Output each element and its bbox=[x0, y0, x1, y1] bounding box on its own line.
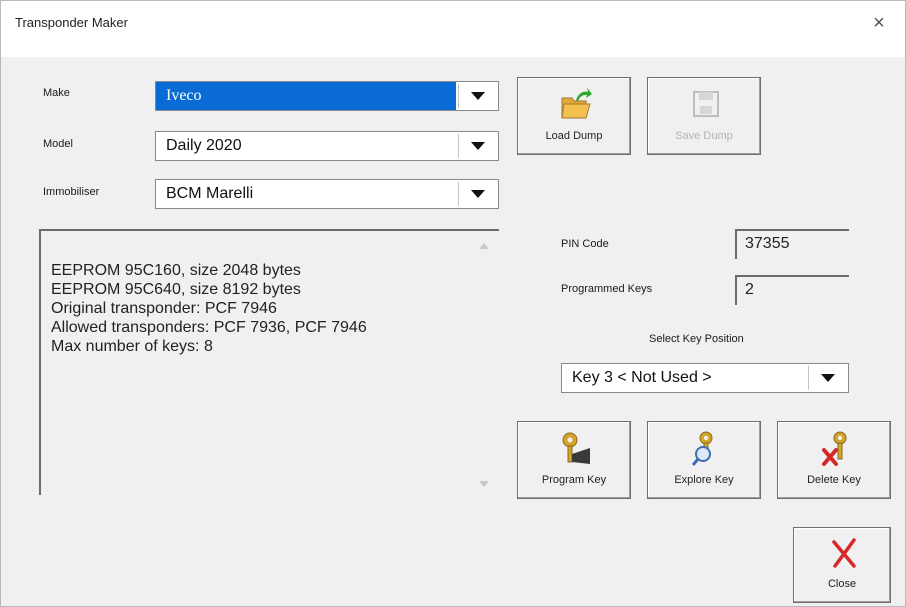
make-combobox[interactable]: Iveco bbox=[155, 81, 499, 111]
save-dump-label: Save Dump bbox=[675, 130, 733, 142]
delete-key-button[interactable]: Delete Key bbox=[777, 421, 891, 499]
key-position-combobox[interactable]: Key 3 < Not Used > bbox=[561, 363, 849, 393]
immobiliser-dropdown-arrow-icon[interactable] bbox=[458, 182, 496, 206]
close-x-icon bbox=[832, 538, 856, 568]
make-label: Make bbox=[43, 87, 70, 99]
transponder-maker-window: Transponder Maker × Make Iveco Model Dai… bbox=[0, 0, 906, 607]
info-line: EEPROM 95C160, size 2048 bytes bbox=[51, 262, 301, 279]
save-dump-button[interactable]: Save Dump bbox=[647, 77, 761, 155]
model-combobox[interactable]: Daily 2020 bbox=[155, 131, 499, 161]
make-dropdown-arrow-icon[interactable] bbox=[458, 84, 496, 108]
explore-key-button[interactable]: Explore Key bbox=[647, 421, 761, 499]
window-title: Transponder Maker bbox=[15, 15, 128, 30]
explore-key-icon bbox=[691, 431, 713, 466]
immobiliser-label: Immobiliser bbox=[43, 186, 100, 198]
close-button[interactable]: Close bbox=[793, 527, 891, 603]
program-key-label: Program Key bbox=[541, 474, 607, 486]
program-key-button[interactable]: Program Key bbox=[517, 421, 631, 499]
model-label: Model bbox=[43, 138, 73, 150]
program-key-icon bbox=[562, 432, 590, 464]
model-value: Daily 2020 bbox=[166, 137, 242, 154]
info-text: EEPROM 95C160, size 2048 bytes EEPROM 95… bbox=[51, 261, 367, 356]
scroll-up-arrow-icon[interactable] bbox=[479, 243, 489, 249]
info-line: Allowed transponders: PCF 7936, PCF 7946 bbox=[51, 319, 367, 336]
immobiliser-value: BCM Marelli bbox=[166, 185, 254, 202]
close-label: Close bbox=[827, 578, 857, 590]
key-position-value: Key 3 < Not Used > bbox=[572, 369, 712, 386]
programmed-keys-field[interactable]: 2 bbox=[735, 275, 849, 305]
title-bar: Transponder Maker × bbox=[1, 1, 905, 57]
window-close-icon[interactable]: × bbox=[869, 11, 889, 35]
info-line: Original transponder: PCF 7946 bbox=[51, 300, 277, 317]
load-dump-label: Load Dump bbox=[545, 130, 603, 142]
delete-key-icon bbox=[822, 431, 847, 466]
info-line: EEPROM 95C640, size 8192 bytes bbox=[51, 281, 301, 298]
key-position-dropdown-arrow-icon[interactable] bbox=[808, 366, 846, 390]
scroll-down-arrow-icon[interactable] bbox=[479, 481, 489, 487]
pin-code-label: PIN Code bbox=[561, 238, 609, 250]
save-floppy-icon bbox=[693, 91, 719, 117]
pin-code-field[interactable]: 37355 bbox=[735, 229, 849, 259]
open-folder-icon bbox=[561, 88, 592, 119]
programmed-keys-label: Programmed Keys bbox=[561, 283, 653, 295]
explore-key-label: Explore Key bbox=[674, 474, 734, 486]
info-textbox[interactable]: EEPROM 95C160, size 2048 bytes EEPROM 95… bbox=[39, 229, 499, 495]
make-value: Iveco bbox=[156, 82, 456, 110]
immobiliser-combobox[interactable]: BCM Marelli bbox=[155, 179, 499, 209]
delete-key-label: Delete Key bbox=[807, 474, 861, 486]
info-line: Max number of keys: 8 bbox=[51, 338, 213, 355]
select-key-position-label: Select Key Position bbox=[649, 333, 744, 345]
model-dropdown-arrow-icon[interactable] bbox=[458, 134, 496, 158]
load-dump-button[interactable]: Load Dump bbox=[517, 77, 631, 155]
